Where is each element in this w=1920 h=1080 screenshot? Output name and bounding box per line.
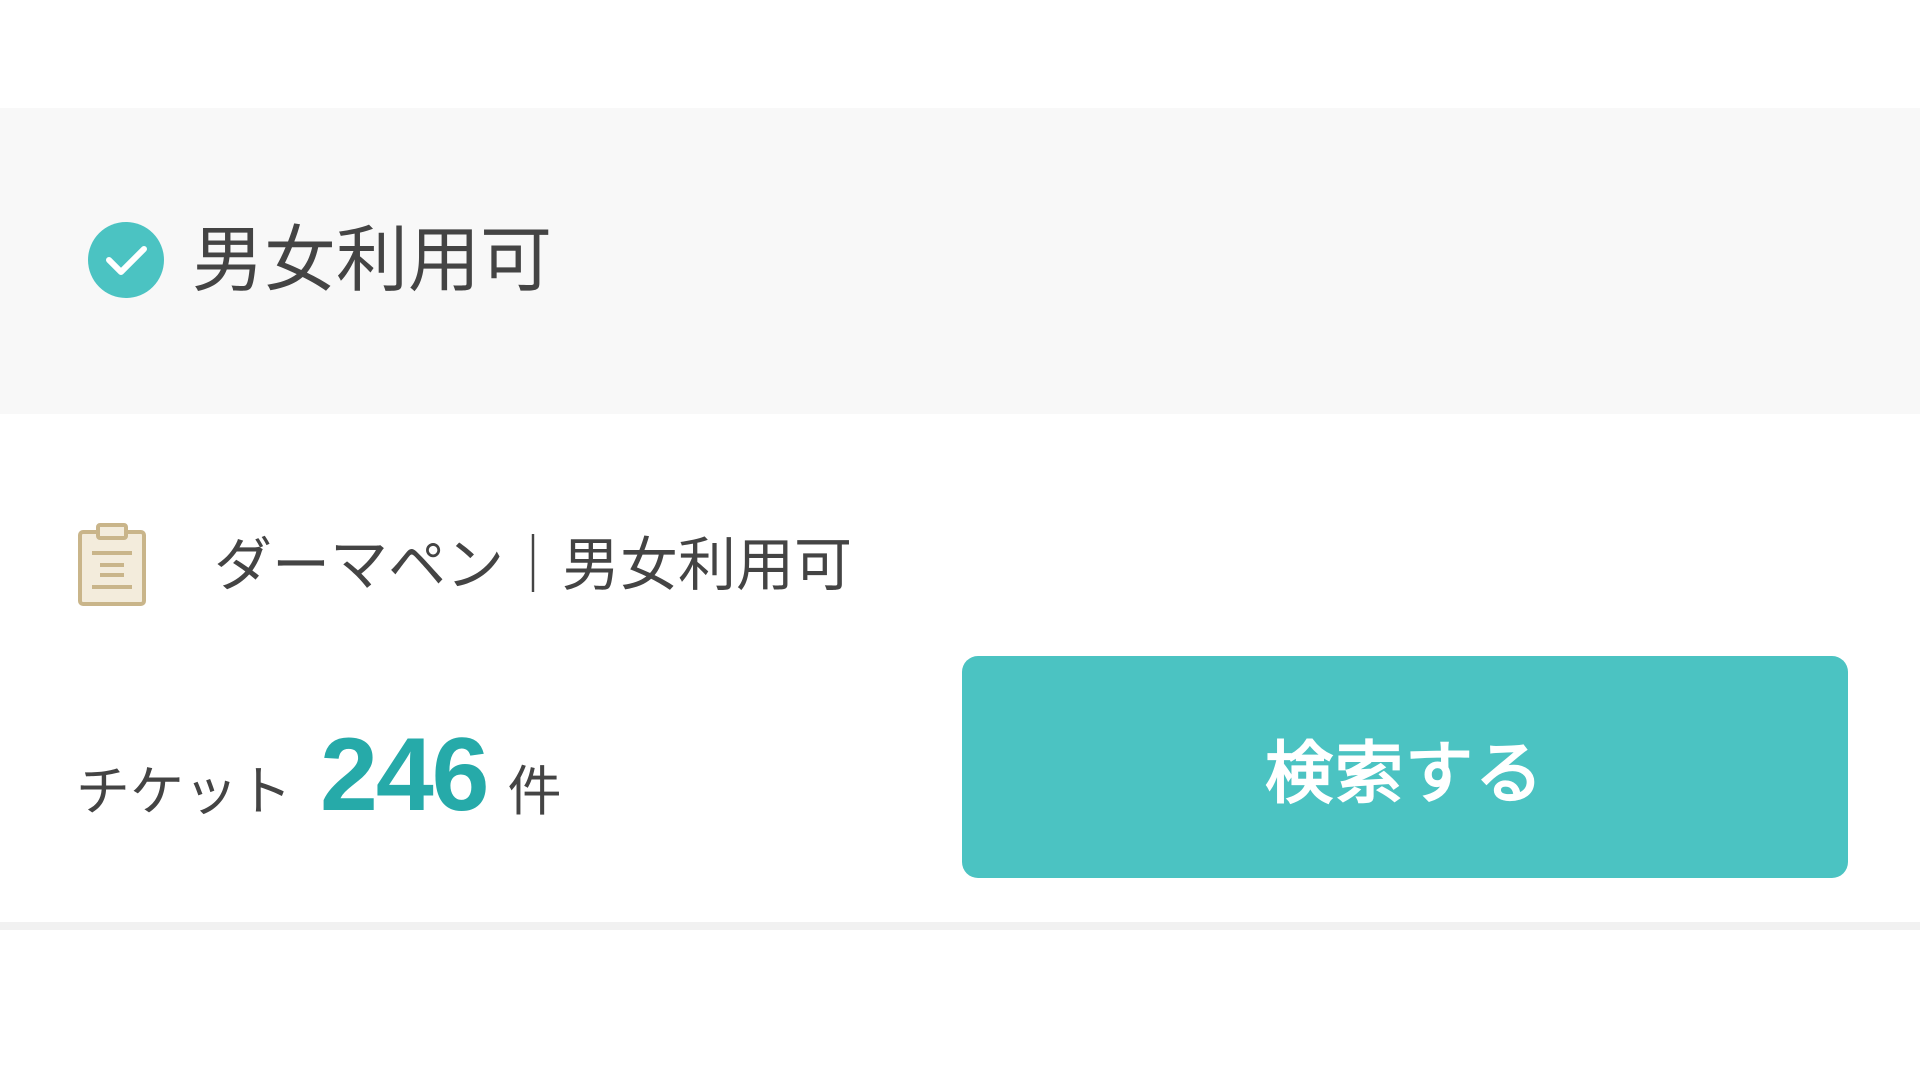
filter-label: 男女利用可 [192, 218, 553, 302]
count-prefix: チケット [76, 760, 292, 823]
search-button[interactable]: 検索する [962, 656, 1848, 878]
divider [0, 922, 1920, 930]
filter-panel: 男女利用可 [0, 108, 1920, 414]
search-button-label: 検索する [1264, 735, 1545, 812]
check-circle-icon[interactable] [88, 222, 164, 298]
page: 男女利用可 ダーマペン｜男女利用可 チケット 246 件 検索する [0, 0, 1920, 1080]
result-count: チケット 246 件 [76, 716, 562, 833]
search-summary: ダーマペン｜男女利用可 [76, 520, 852, 610]
count-number: 246 [320, 717, 490, 833]
summary-text: ダーマペン｜男女利用可 [214, 531, 853, 599]
clipboard-icon [76, 523, 148, 607]
filter-option-unisex[interactable]: 男女利用可 [88, 205, 552, 315]
count-suffix: 件 [507, 760, 562, 823]
